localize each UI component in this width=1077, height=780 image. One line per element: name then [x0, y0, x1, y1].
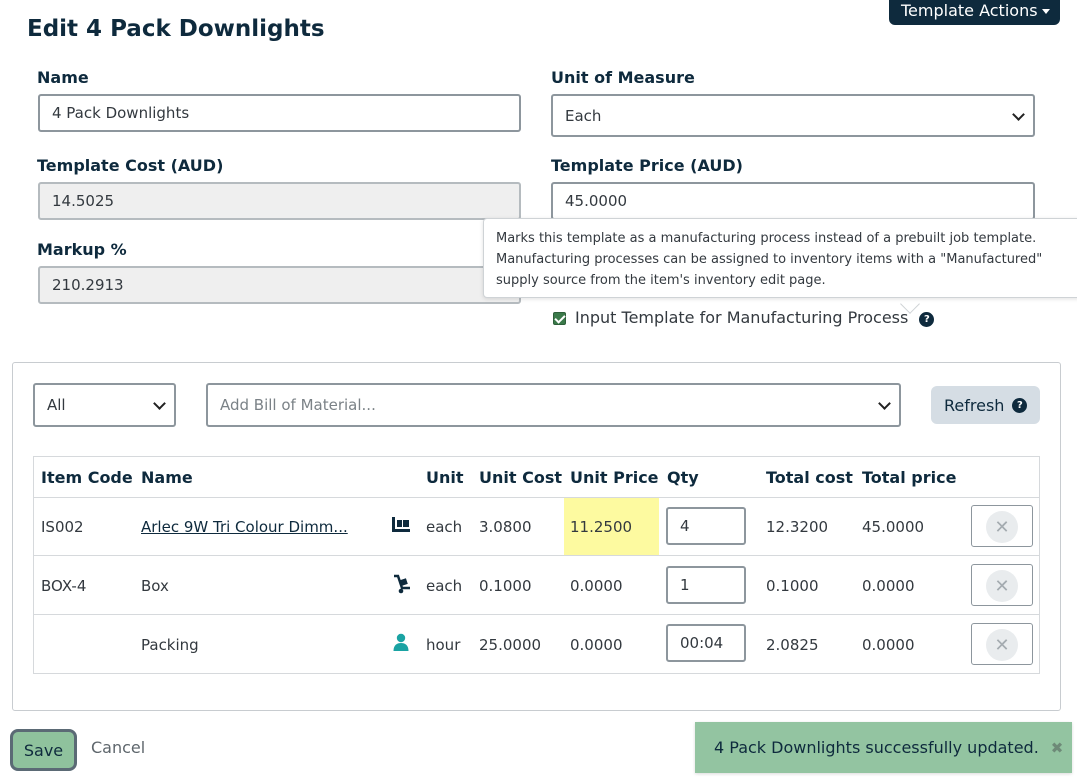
col-unit-cost[interactable]: Unit Cost	[479, 457, 562, 497]
unit: hour	[426, 636, 461, 654]
item-name: Packing	[141, 636, 199, 654]
uom-select[interactable]: Each	[551, 94, 1035, 137]
col-name[interactable]: Name	[141, 457, 193, 497]
chevron-down-icon	[878, 397, 891, 410]
unit-price: 0.0000	[570, 576, 623, 595]
chevron-down-icon	[153, 397, 166, 410]
manufacturing-tooltip: Marks this template as a manufacturing p…	[483, 218, 1077, 298]
unit-price: 11.2500	[570, 517, 633, 536]
manufacturing-checkbox[interactable]	[553, 312, 566, 325]
col-unit[interactable]: Unit	[426, 457, 464, 497]
cancel-link[interactable]: Cancel	[91, 738, 145, 757]
template-price-label: Template Price (AUD)	[551, 156, 743, 175]
uom-value: Each	[565, 106, 602, 125]
item-name-link[interactable]: Arlec 9W Tri Colour Dimm...	[141, 498, 348, 555]
qty-value: 4	[680, 517, 690, 535]
close-icon: ✕	[986, 511, 1018, 543]
close-icon: ✕	[986, 570, 1018, 602]
manufacturing-label: Input Template for Manufacturing Process	[575, 308, 909, 327]
item-name: Box	[141, 576, 169, 595]
add-bom-placeholder: Add Bill of Material...	[220, 396, 376, 414]
caret-down-icon	[1041, 9, 1050, 14]
template-price-input[interactable]: 45.0000	[551, 182, 1035, 220]
markup-label: Markup %	[37, 240, 127, 259]
person-icon	[393, 633, 409, 651]
forklift-icon	[392, 517, 410, 532]
table-header-row: Item Code Name Unit Unit Cost Unit Price…	[34, 457, 1039, 498]
unit-cost: 25.0000	[479, 636, 542, 654]
qty-value: 00:04	[680, 634, 724, 652]
qty-input[interactable]: 00:04	[666, 624, 746, 662]
col-item-code[interactable]: Item Code	[41, 457, 133, 497]
help-icon[interactable]: ?	[1012, 397, 1028, 413]
name-input[interactable]: 4 Pack Downlights	[38, 94, 521, 132]
bom-filter-select[interactable]: All	[33, 383, 176, 427]
template-actions-dropdown[interactable]: Template Actions	[889, 0, 1060, 25]
item-code: IS002	[41, 517, 84, 536]
qty-value: 1	[680, 576, 690, 594]
uom-label: Unit of Measure	[551, 68, 695, 87]
markup-value: 210.2913	[52, 276, 124, 294]
success-toast: 4 Pack Downlights successfully updated. …	[695, 722, 1072, 773]
markup-field: 210.2913	[38, 266, 521, 304]
refresh-label: Refresh	[944, 395, 1005, 415]
col-qty[interactable]: Qty	[667, 457, 699, 497]
total-price: 45.0000	[862, 517, 925, 536]
bom-table: Item Code Name Unit Unit Cost Unit Price…	[33, 456, 1040, 674]
unit: each	[426, 576, 463, 595]
qty-input[interactable]: 1	[666, 566, 746, 604]
chevron-down-icon	[1012, 108, 1025, 121]
name-value: 4 Pack Downlights	[52, 104, 190, 122]
total-cost: 0.1000	[766, 576, 819, 595]
total-cost: 12.3200	[766, 517, 829, 536]
item-name[interactable]: Arlec 9W Tri Colour Dimm...	[141, 518, 348, 536]
unit: each	[426, 517, 463, 536]
help-icon[interactable]: ?	[919, 312, 935, 327]
manufacturing-label-row: Input Template for Manufacturing Process…	[575, 308, 935, 327]
qty-input[interactable]: 4	[666, 507, 746, 545]
close-icon[interactable]: ✖	[1051, 739, 1064, 757]
table-row: IS002 Arlec 9W Tri Colour Dimm... each 3…	[34, 498, 1039, 556]
unit-cost: 3.0800	[479, 517, 532, 536]
total-cost: 2.0825	[766, 636, 819, 654]
add-bom-select[interactable]: Add Bill of Material...	[206, 383, 901, 427]
save-button[interactable]: Save	[10, 729, 77, 771]
template-price-value: 45.0000	[565, 192, 628, 210]
col-total-cost[interactable]: Total cost	[766, 457, 853, 497]
template-actions-label: Template Actions	[901, 1, 1038, 20]
name-label: Name	[37, 68, 89, 87]
table-row: BOX-4 Box each 0.1000 0.0000 1 0.1000 0.…	[34, 557, 1039, 615]
hand-truck-icon	[394, 574, 410, 594]
item-code: BOX-4	[41, 576, 87, 595]
total-price: 0.0000	[862, 636, 915, 654]
template-cost-value: 14.5025	[52, 192, 115, 210]
bom-filter-value: All	[47, 396, 66, 414]
remove-row-button[interactable]: ✕	[971, 564, 1033, 606]
unit-price: 0.0000	[570, 636, 623, 654]
remove-row-button[interactable]: ✕	[971, 505, 1033, 547]
template-cost-field: 14.5025	[38, 182, 521, 220]
template-cost-label: Template Cost (AUD)	[37, 156, 224, 175]
col-unit-price[interactable]: Unit Price	[570, 457, 659, 497]
col-total-price[interactable]: Total price	[862, 457, 956, 497]
table-row: Packing hour 25.0000 0.0000 00:04 2.0825…	[34, 616, 1039, 674]
total-price: 0.0000	[862, 576, 915, 595]
unit-cost: 0.1000	[479, 576, 532, 595]
close-icon: ✕	[986, 629, 1018, 661]
page-title: Edit 4 Pack Downlights	[27, 16, 325, 42]
remove-row-button[interactable]: ✕	[971, 623, 1033, 665]
toast-message: 4 Pack Downlights successfully updated.	[714, 738, 1039, 757]
refresh-button[interactable]: Refresh ?	[931, 386, 1040, 424]
